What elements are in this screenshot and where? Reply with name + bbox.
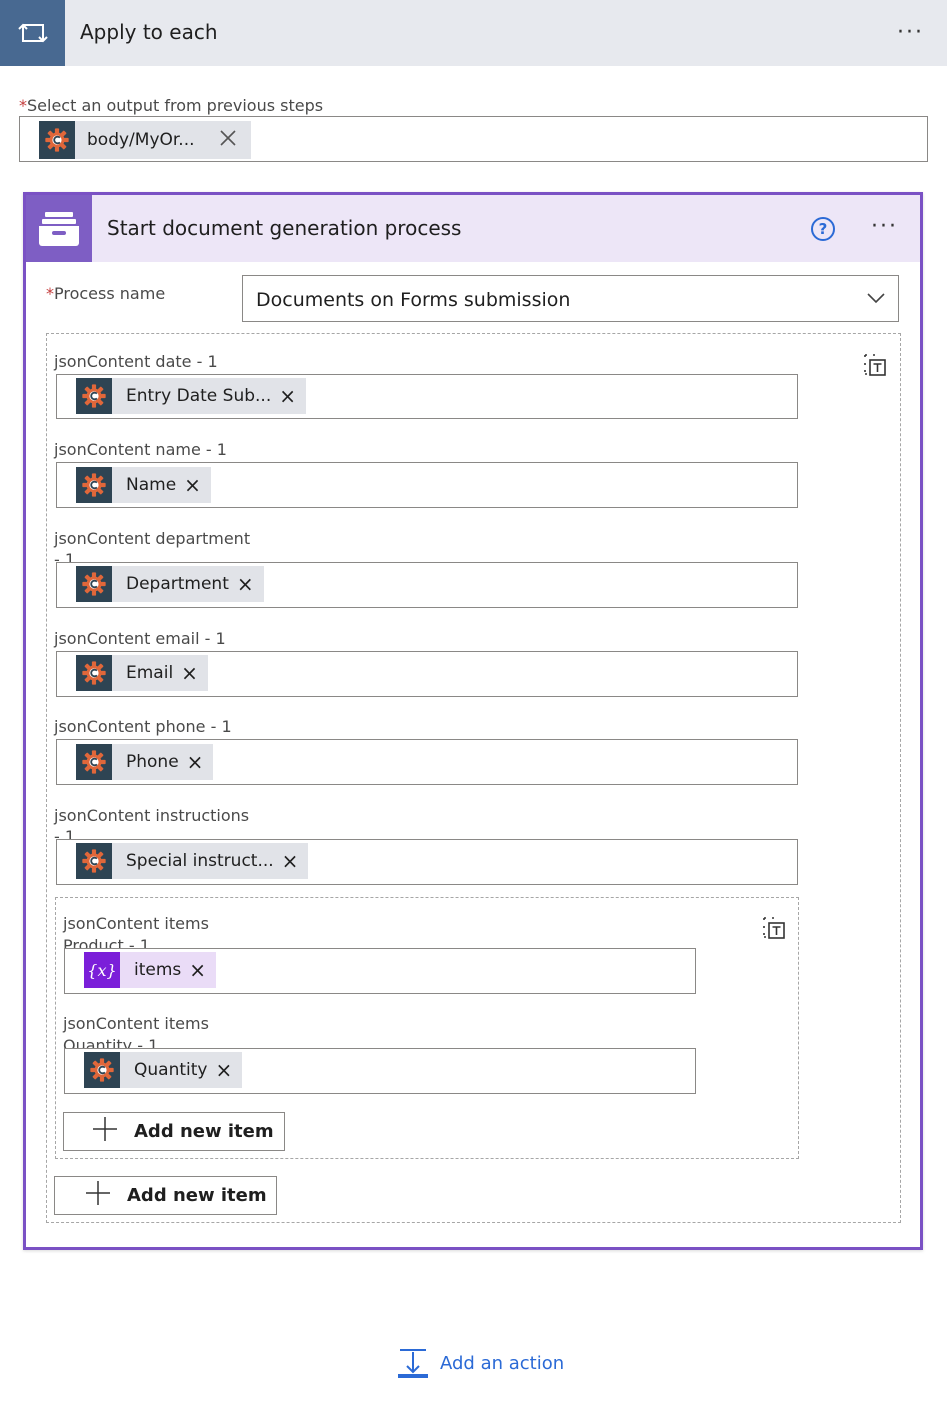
name-input[interactable]: Name × (56, 462, 798, 508)
token-body[interactable]: body/MyOr... (39, 121, 251, 159)
items-quantity-input[interactable]: Quantity × (64, 1048, 696, 1094)
token-label: Name (126, 475, 177, 495)
field-label-phone: jsonContent phone - 1 (54, 717, 232, 736)
close-icon[interactable]: × (274, 851, 309, 871)
add-action-label: Add an action (440, 1352, 565, 1374)
connector-gear-icon (76, 655, 112, 691)
token-entry-date[interactable]: Entry Date Sub... × (76, 378, 307, 414)
archive-drawer-icon (26, 195, 92, 262)
token-label: items (134, 960, 182, 980)
field-label-items-product-suffix: Product - 1 (63, 936, 150, 948)
instructions-input[interactable]: Special instruct... × (56, 839, 798, 885)
required-mark: * (19, 96, 27, 115)
select-output-label: *Select an output from previous steps (19, 96, 323, 115)
token-label: Entry Date Sub... (126, 386, 272, 406)
field-label-instructions: jsonContent instructions (54, 806, 250, 825)
token-quantity[interactable]: Quantity × (84, 1052, 243, 1088)
token-label: Department (126, 574, 229, 594)
add-new-item-label: Add new item (127, 1185, 267, 1206)
select-output-label-text: Select an output from previous steps (27, 96, 324, 115)
department-input[interactable]: Department × (56, 562, 798, 608)
field-label-email: jsonContent email - 1 (54, 629, 226, 648)
field-label-items-quantity-suffix: Quantity - 1 (63, 1036, 159, 1048)
token-special-instructions[interactable]: Special instruct... × (76, 843, 309, 879)
date-input[interactable]: Entry Date Sub... × (56, 374, 798, 419)
apply-to-each-header[interactable]: Apply to each ··· (0, 0, 947, 66)
help-circle-icon[interactable]: ? (811, 217, 835, 241)
required-mark: * (46, 284, 54, 303)
token-label: Special instruct... (126, 851, 274, 871)
connector-gear-icon (76, 467, 112, 503)
token-label: Email (126, 663, 174, 683)
phone-input[interactable]: Phone × (56, 739, 798, 785)
add-new-item-outer-button[interactable]: Add new item (54, 1176, 277, 1215)
token-email[interactable]: Email × (76, 655, 208, 691)
field-label-items-quantity: jsonContent items (63, 1014, 209, 1033)
connector-gear-icon (76, 843, 112, 879)
token-label: Quantity (134, 1060, 208, 1080)
close-icon[interactable] (195, 129, 247, 152)
process-name-label: *Process name (46, 284, 165, 303)
more-dots-icon[interactable]: ··· (897, 22, 924, 44)
connector-gear-icon (76, 378, 112, 414)
token-label: Phone (126, 752, 179, 772)
field-label-department: jsonContent department (54, 529, 251, 548)
field-label-department-suffix: - 1 (54, 550, 76, 562)
array-transform-icon[interactable] (761, 915, 787, 941)
loop-title: Apply to each (80, 20, 218, 44)
process-name-value: Documents on Forms submission (256, 289, 571, 311)
close-icon[interactable]: × (271, 386, 306, 406)
token-items-variable[interactable]: {x} items × (84, 952, 217, 988)
close-icon[interactable]: × (179, 752, 214, 772)
add-action-icon (398, 1349, 428, 1378)
plus-icon (92, 1116, 118, 1147)
email-input[interactable]: Email × (56, 651, 798, 697)
array-transform-icon[interactable] (862, 352, 888, 378)
field-label-instructions-suffix: - 1 (54, 827, 76, 839)
add-new-item-label: Add new item (134, 1121, 274, 1142)
close-icon[interactable]: × (181, 960, 216, 980)
process-name-dropdown[interactable]: Documents on Forms submission (242, 275, 899, 322)
chevron-down-icon[interactable] (866, 291, 886, 305)
add-new-item-inner-button[interactable]: Add new item (63, 1112, 285, 1151)
select-output-field[interactable]: body/MyOr... (19, 116, 928, 162)
close-icon[interactable]: × (207, 1060, 242, 1080)
field-label-date: jsonContent date - 1 (54, 352, 218, 371)
close-icon[interactable]: × (176, 475, 211, 495)
close-icon[interactable]: × (173, 663, 208, 683)
close-icon[interactable]: × (229, 574, 264, 594)
more-dots-icon[interactable]: ··· (871, 216, 898, 238)
connector-gear-icon (76, 566, 112, 602)
card-header[interactable]: Start document generation process ? ··· (26, 195, 920, 262)
field-label-items-product: jsonContent items (63, 914, 209, 933)
add-action-button[interactable]: Add an action (398, 1348, 564, 1378)
plus-icon (85, 1180, 111, 1211)
card-title: Start document generation process (107, 216, 462, 240)
variable-icon: {x} (84, 952, 120, 988)
token-name[interactable]: Name × (76, 467, 211, 503)
loop-icon (0, 0, 65, 66)
connector-gear-icon (84, 1052, 120, 1088)
token-label: body/MyOr... (87, 130, 195, 150)
token-phone[interactable]: Phone × (76, 744, 214, 780)
items-product-input[interactable]: {x} items × (64, 948, 696, 994)
connector-gear-icon (76, 744, 112, 780)
token-department[interactable]: Department × (76, 566, 264, 602)
process-name-label-text: Process name (54, 284, 166, 303)
connector-gear-icon (39, 121, 75, 159)
field-label-name: jsonContent name - 1 (54, 440, 227, 459)
